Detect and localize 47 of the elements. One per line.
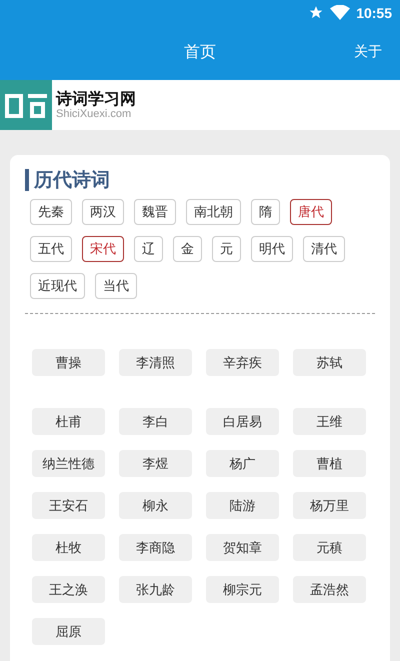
dynasty-tag[interactable]: 两汉 (82, 199, 124, 225)
poet-button[interactable]: 王安石 (32, 492, 105, 519)
poet-button[interactable]: 李煜 (119, 450, 192, 477)
poet-button[interactable]: 屈原 (32, 618, 105, 645)
dynasty-tag[interactable]: 魏晋 (134, 199, 176, 225)
poet-button[interactable]: 曹植 (293, 450, 366, 477)
poet-button[interactable]: 曹操 (32, 349, 105, 376)
poet-button[interactable]: 柳宗元 (206, 576, 279, 603)
poet-button[interactable]: 陆游 (206, 492, 279, 519)
poet-button[interactable]: 辛弃疾 (206, 349, 279, 376)
status-time: 10:55 (356, 4, 392, 20)
wifi-icon (330, 5, 350, 20)
dynasty-tag[interactable]: 先秦 (30, 199, 72, 225)
poet-button[interactable]: 纳兰性德 (32, 450, 105, 477)
dynasty-tag[interactable]: 隋 (251, 199, 280, 225)
site-domain: ShiciXuexi.com (56, 108, 132, 120)
poet-button[interactable]: 李白 (119, 408, 192, 435)
dynasty-tag[interactable]: 清代 (303, 236, 345, 262)
poet-button[interactable]: 杨广 (206, 450, 279, 477)
dynasty-tag[interactable]: 辽 (134, 236, 163, 262)
dynasty-tag[interactable]: 近现代 (30, 273, 85, 299)
poet-button[interactable]: 李商隐 (119, 534, 192, 561)
poet-button[interactable]: 白居易 (206, 408, 279, 435)
star-icon (308, 5, 324, 20)
poet-button[interactable]: 杜牧 (32, 534, 105, 561)
poet-button[interactable]: 王之涣 (32, 576, 105, 603)
dynasty-tag[interactable]: 唐代 (290, 199, 332, 225)
dynasty-tag[interactable]: 金 (173, 236, 202, 262)
dynasty-tag[interactable]: 明代 (251, 236, 293, 262)
dynasty-tag[interactable]: 元 (212, 236, 241, 262)
poet-button[interactable]: 元稹 (293, 534, 366, 561)
dynasty-tag[interactable]: 宋代 (82, 236, 124, 262)
section-title: 历代诗词 (25, 169, 110, 191)
dynasty-tag[interactable]: 五代 (30, 236, 72, 262)
poet-button[interactable]: 苏轼 (293, 349, 366, 376)
dynasty-tag[interactable]: 当代 (95, 273, 137, 299)
poet-button[interactable]: 柳永 (119, 492, 192, 519)
poet-button[interactable]: 贺知章 (206, 534, 279, 561)
poet-button[interactable]: 李清照 (119, 349, 192, 376)
dynasty-tag[interactable]: 南北朝 (186, 199, 241, 225)
poet-button[interactable]: 孟浩然 (293, 576, 366, 603)
poet-button[interactable]: 张九龄 (119, 576, 192, 603)
poet-button[interactable]: 杨万里 (293, 492, 366, 519)
page-title: 首页 (184, 42, 216, 63)
site-name: 诗词学习网 (56, 90, 136, 108)
poet-button[interactable]: 杜甫 (32, 408, 105, 435)
poet-button[interactable]: 王维 (293, 408, 366, 435)
